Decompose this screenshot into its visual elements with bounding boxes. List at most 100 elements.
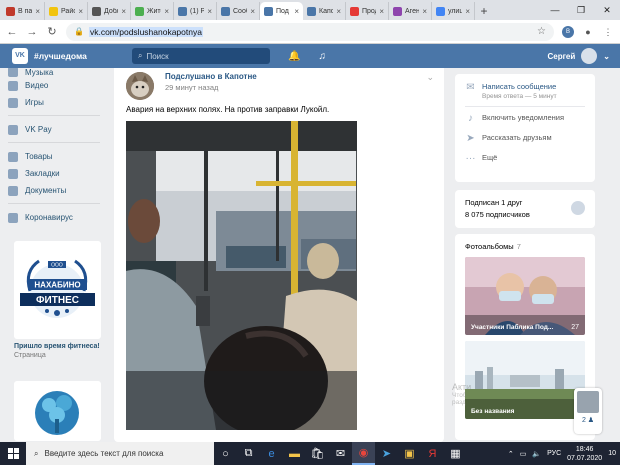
extension-icon[interactable]: B [562, 25, 574, 38]
notifications-icon[interactable]: 10 [608, 450, 616, 457]
sidebar-item-games[interactable]: Игры [8, 94, 108, 111]
search-icon: ⌕ [138, 51, 143, 60]
volume-icon[interactable]: 🔈 [532, 450, 541, 458]
profile-icon[interactable]: ● [582, 26, 594, 38]
community-name[interactable]: #лучшедома [34, 51, 124, 61]
file-explorer-icon[interactable]: ▬ [283, 442, 306, 465]
tab-close-icon[interactable]: × [294, 7, 299, 16]
gamepad-icon [8, 97, 18, 108]
promo-card-fitness[interactable]: ООО НАХАБИНО ФИТНЕС [14, 241, 101, 339]
sidebar-item-music[interactable]: Музыка [8, 68, 108, 77]
vk-search-input[interactable]: ⌕ Поиск [132, 48, 270, 64]
write-message-button[interactable]: ✉ Написать сообщение Время ответа — 5 ми… [455, 82, 595, 100]
task-view-icon[interactable]: ⧉ [237, 442, 260, 465]
tab-favicon-icon [264, 6, 273, 16]
forward-button[interactable]: → [26, 26, 38, 38]
chrome-icon[interactable]: ◉ [352, 442, 375, 465]
tab-close-icon[interactable]: × [250, 7, 255, 16]
keyboard-language[interactable]: РУС [547, 450, 561, 457]
promo-card-tree[interactable] [14, 381, 101, 441]
back-button[interactable]: ← [6, 26, 18, 38]
sidebar-item-goods[interactable]: Товары [8, 148, 108, 165]
tab-close-icon[interactable]: × [164, 7, 169, 16]
tab-close-icon[interactable]: × [78, 7, 83, 16]
menu-icon[interactable]: ⋮ [602, 26, 614, 38]
sidebar-item-label: Музыка [25, 68, 54, 77]
telegram-icon[interactable]: ➤ [375, 442, 398, 465]
post-photo[interactable] [126, 121, 357, 430]
maximize-button[interactable]: ❐ [568, 0, 594, 20]
bookmark-star-icon[interactable]: ☆ [537, 26, 546, 37]
tab-close-icon[interactable]: × [35, 7, 40, 16]
enable-notifications-button[interactable]: ♪ Включить уведомления [455, 113, 595, 124]
sidebar-item-bookmarks[interactable]: Закладки [8, 165, 108, 182]
clock[interactable]: 18:46 07.07.2020 [567, 445, 602, 463]
yandex-icon[interactable]: Я [421, 442, 444, 465]
store-icon[interactable]: 🛍 [306, 442, 329, 465]
browser-tab[interactable]: Агент× [389, 2, 432, 20]
explorer-icon[interactable]: ▣ [398, 442, 421, 465]
browser-tab[interactable]: Капот× [303, 2, 346, 20]
sidebar-item-coronavirus[interactable]: Коронавирус [8, 209, 108, 226]
chevron-down-icon[interactable]: ⌄ [426, 72, 434, 83]
minimize-button[interactable]: — [542, 0, 568, 20]
music-icon[interactable]: ♫ [318, 51, 326, 62]
sidebar-item-video[interactable]: Видео [8, 77, 108, 94]
browser-tab[interactable]: Житель× [131, 2, 174, 20]
browser-tab[interactable]: Район× [45, 2, 88, 20]
windows-start-button[interactable] [0, 442, 26, 465]
browser-tab[interactable]: Сообщ× [217, 2, 260, 20]
tab-favicon-icon [221, 6, 230, 16]
vk-logo-icon[interactable]: VK [12, 48, 28, 64]
browser-tab[interactable]: В пар× [2, 2, 45, 20]
close-window-button[interactable]: ✕ [594, 0, 620, 20]
more-button[interactable]: ··· Ещё [455, 153, 595, 164]
sidebar-item-label: Товары [25, 152, 53, 161]
album-item[interactable]: Без названия [465, 341, 585, 419]
browser-tab[interactable]: Под × [260, 2, 303, 20]
tab-close-icon[interactable]: × [465, 7, 470, 16]
promo-caption[interactable]: Пришло время фитнеса! Страница [14, 343, 100, 359]
bookmark-icon [8, 168, 18, 179]
sidebar-item-documents[interactable]: Документы [8, 182, 108, 199]
browser-tab[interactable]: Прод× [346, 2, 389, 20]
tab-title: Добл [104, 7, 118, 15]
edge-icon[interactable]: e [260, 442, 283, 465]
network-icon[interactable]: ▭ [520, 450, 527, 458]
post-text: Авария на верхних полях. На против запра… [126, 105, 330, 114]
browser-tab[interactable]: (1) Ра× [174, 2, 217, 20]
post-timestamp[interactable]: 29 минут назад [165, 83, 218, 92]
cortana-icon[interactable]: ○ [214, 442, 237, 465]
subscription-card[interactable]: Подписан 1 друг 8 075 подписчиков [455, 190, 595, 228]
browser-tab[interactable]: улица× [432, 2, 475, 20]
photos-icon[interactable]: ▦ [444, 442, 467, 465]
albums-header[interactable]: Фотоальбомы 7 [455, 234, 595, 257]
browser-tab[interactable]: Добл× [88, 2, 131, 20]
vk-header: VK #лучшедома ⌕ Поиск 🔔 ♫ Сергей ⌄ [0, 44, 620, 68]
tab-title: Сообщ [233, 7, 247, 15]
address-bar[interactable]: 🔒 vk.com/podslushanokapotnya ☆ [66, 22, 554, 41]
tell-friends-button[interactable]: ➤ Рассказать друзьям [455, 133, 595, 144]
taskbar-search-input[interactable]: ⌕ Введите здесь текст для поиска [26, 442, 214, 465]
album-item[interactable]: Участники Паблика Под... 27 [465, 257, 585, 335]
tab-close-icon[interactable]: × [121, 7, 126, 16]
tab-close-icon[interactable]: × [422, 7, 427, 16]
tab-close-icon[interactable]: × [379, 7, 384, 16]
tab-close-icon[interactable]: × [207, 7, 212, 16]
albums-title: Фотоальбомы [465, 242, 514, 251]
user-menu[interactable]: Сергей ⌄ [547, 48, 610, 64]
new-tab-button[interactable]: + [475, 2, 493, 20]
sidebar-item-vkpay[interactable]: VK Pay [8, 121, 108, 138]
tray-chevron-icon[interactable]: ⌃ [508, 450, 514, 458]
tab-close-icon[interactable]: × [336, 7, 341, 16]
post-author-link[interactable]: Подслушано в Капотне [165, 72, 257, 81]
tab-title: Агент [405, 7, 419, 15]
search-placeholder: Поиск [146, 51, 169, 61]
floating-photo-widget[interactable]: 2 ♟ [574, 388, 602, 434]
post-author-avatar[interactable] [126, 72, 154, 100]
bell-icon[interactable]: 🔔 [288, 51, 300, 62]
mail-icon[interactable]: ✉ [329, 442, 352, 465]
subscribed-friends: Подписан 1 друг [465, 198, 523, 207]
reload-button[interactable]: ↻ [46, 25, 58, 38]
tab-favicon-icon [49, 6, 58, 16]
